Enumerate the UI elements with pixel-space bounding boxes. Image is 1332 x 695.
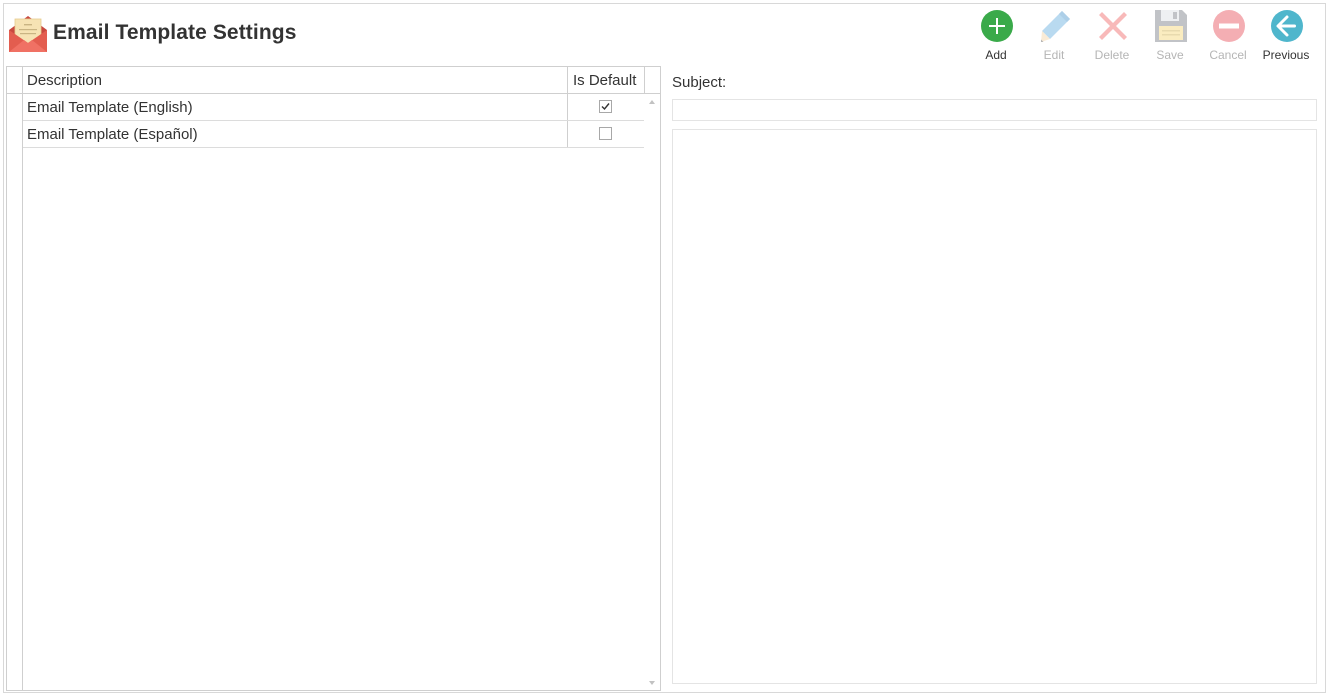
row-indicator-column <box>7 67 23 690</box>
pencil-icon <box>1041 11 1070 42</box>
floppy-disk-icon <box>1155 10 1187 42</box>
email-templates-grid[interactable]: Description Is Default Email Template (E… <box>6 66 661 691</box>
cell-is-default[interactable] <box>568 121 644 147</box>
save-button[interactable]: Save <box>1141 8 1199 64</box>
column-header-is-default[interactable]: Is Default <box>568 67 645 94</box>
delete-button[interactable]: Delete <box>1083 8 1141 64</box>
subject-label: Subject: <box>672 74 727 91</box>
plus-circle-icon <box>981 10 1013 42</box>
table-row[interactable]: Email Template (Español) <box>23 121 644 148</box>
email-body-editor[interactable] <box>672 129 1317 684</box>
x-icon <box>1099 12 1127 40</box>
column-header-description[interactable]: Description <box>23 67 568 94</box>
add-button[interactable]: Add <box>967 8 1025 64</box>
cell-description[interactable]: Email Template (Español) <box>23 121 568 147</box>
subject-input[interactable] <box>672 99 1317 121</box>
open-envelope-letter-icon <box>9 16 47 52</box>
cell-description[interactable]: Email Template (English) <box>23 94 568 120</box>
edit-button[interactable]: Edit <box>1025 8 1083 64</box>
header: Email Template Settings Add Edit Delete … <box>4 4 1325 66</box>
previous-button-label: Previous <box>1262 48 1310 62</box>
previous-button[interactable]: Previous <box>1257 8 1315 64</box>
save-button-label: Save <box>1156 48 1184 62</box>
scroll-down-arrow-icon[interactable] <box>647 678 657 688</box>
is-default-checkbox[interactable] <box>599 100 612 113</box>
table-row[interactable]: Email Template (English) <box>23 94 644 121</box>
delete-button-label: Delete <box>1094 48 1130 62</box>
minus-circle-icon <box>1213 10 1245 42</box>
grid-header: Description Is Default <box>7 67 660 94</box>
arrow-left-circle-icon <box>1271 10 1303 42</box>
cancel-button[interactable]: Cancel <box>1199 8 1257 64</box>
email-template-settings-window: Email Template Settings Add Edit Delete … <box>3 3 1326 693</box>
checkmark-icon <box>601 103 610 111</box>
add-button-label: Add <box>985 48 1007 62</box>
grid-vertical-scrollbar[interactable] <box>644 94 660 690</box>
page-title: Email Template Settings <box>53 21 297 44</box>
cancel-button-label: Cancel <box>1209 48 1247 62</box>
cell-is-default[interactable] <box>568 94 644 120</box>
toolbar: Add Edit Delete Save Cancel Previous <box>967 8 1315 64</box>
edit-button-label: Edit <box>1043 48 1065 62</box>
scroll-up-arrow-icon[interactable] <box>647 97 657 107</box>
is-default-checkbox[interactable] <box>599 127 612 140</box>
